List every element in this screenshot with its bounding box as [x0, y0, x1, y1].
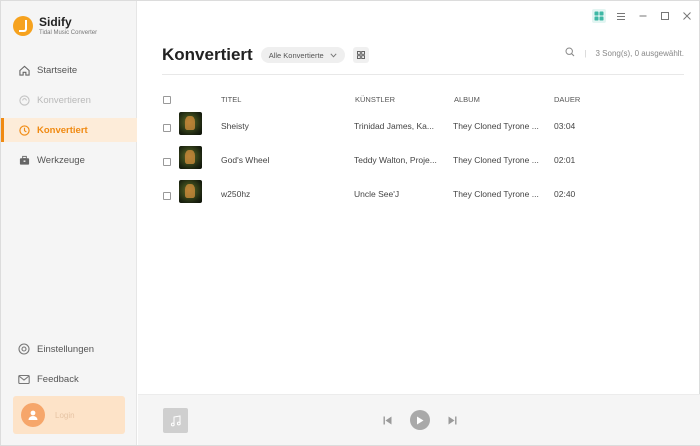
column-header-album: ALBUM — [454, 95, 480, 104]
close-icon[interactable] — [680, 9, 694, 23]
window-controls — [592, 9, 694, 23]
clock-icon — [18, 124, 30, 136]
playback-controls — [383, 410, 457, 430]
sidebar: Sidify Tidal Music Converter Startseite … — [1, 1, 137, 445]
avatar — [21, 403, 45, 427]
now-playing-art — [163, 408, 188, 433]
separator: | — [584, 48, 587, 58]
row-checkbox[interactable] — [163, 124, 171, 132]
sidebar-item-konvertiert[interactable]: Konvertiert — [1, 118, 137, 142]
page-header: Konvertiert Alle Konvertierte | 3 Song(s… — [162, 44, 684, 66]
chevron-down-icon — [330, 51, 337, 60]
play-button[interactable] — [410, 410, 430, 430]
filter-dropdown[interactable]: Alle Konvertierte — [260, 47, 345, 63]
sidebar-item-label: Konvertieren — [37, 94, 91, 106]
brand: Sidify Tidal Music Converter — [13, 13, 97, 39]
song-album: They Cloned Tyrone ... — [453, 155, 539, 165]
sidebar-item-konvertieren[interactable]: Konvertieren — [1, 88, 137, 112]
column-header-duration: DAUER — [554, 95, 581, 104]
page-title: Konvertiert — [162, 45, 253, 64]
sidebar-item-feedback[interactable]: Feedback — [1, 367, 137, 391]
sidebar-item-label: Einstellungen — [37, 343, 95, 355]
previous-track-icon[interactable] — [383, 416, 392, 425]
sidebar-nav: Startseite Konvertieren Konvertiert Werk… — [1, 58, 137, 178]
app-subtitle: Tidal Music Converter — [39, 30, 98, 36]
column-header-title: TITEL — [221, 95, 242, 104]
table-row[interactable]: w250hz Uncle See'J They Cloned Tyrone ..… — [162, 177, 684, 211]
player-bar — [138, 394, 700, 445]
song-title: w250hz — [221, 189, 251, 199]
song-duration: 02:01 — [554, 155, 576, 165]
toolbox-icon — [18, 154, 30, 166]
song-artist: Teddy Walton, Proje... — [354, 155, 437, 165]
row-checkbox[interactable] — [163, 192, 171, 200]
sidebar-item-label: Konvertiert — [37, 124, 88, 136]
sidify-logo-icon — [13, 16, 33, 36]
grid-toggle-button[interactable] — [352, 47, 369, 63]
home-icon — [18, 64, 30, 76]
sidebar-item-label: Werkzeuge — [37, 154, 85, 166]
gear-icon — [18, 343, 30, 355]
song-album: They Cloned Tyrone ... — [453, 121, 539, 131]
table-header: TITEL KÜNSTLER ALBUM DAUER — [162, 89, 684, 109]
songs-table: TITEL KÜNSTLER ALBUM DAUER Sheisty Trini… — [162, 89, 684, 211]
song-count-status: 3 Song(s), 0 ausgewählt. — [595, 48, 685, 58]
play-icon — [417, 416, 424, 424]
sidebar-item-label: Startseite — [37, 64, 78, 76]
maximize-icon[interactable] — [658, 9, 672, 23]
filter-label: Alle Konvertierte — [268, 50, 324, 60]
sidebar-item-startseite[interactable]: Startseite — [1, 58, 137, 82]
sidebar-item-einstellungen[interactable]: Einstellungen — [1, 337, 137, 361]
user-login-button[interactable]: Login — [13, 396, 125, 434]
music-note-icon — [170, 414, 181, 426]
sidebar-item-werkzeuge[interactable]: Werkzeuge — [1, 148, 137, 172]
song-artist: Uncle See'J — [354, 189, 400, 199]
app-name: Sidify — [39, 15, 72, 29]
column-header-artist: KÜNSTLER — [355, 95, 396, 104]
app-window: Sidify Tidal Music Converter Startseite … — [0, 0, 700, 446]
song-title: God's Wheel — [221, 155, 270, 165]
song-album: They Cloned Tyrone ... — [453, 189, 539, 199]
row-checkbox[interactable] — [163, 158, 171, 166]
header-right: | 3 Song(s), 0 ausgewählt. — [565, 47, 684, 59]
convert-icon — [18, 94, 30, 106]
next-track-icon[interactable] — [448, 416, 457, 425]
song-duration: 03:04 — [554, 121, 576, 131]
song-duration: 02:40 — [554, 189, 576, 199]
grid-view-icon[interactable] — [592, 9, 606, 23]
album-art — [179, 180, 202, 203]
song-title: Sheisty — [221, 121, 249, 131]
user-label: Login — [55, 410, 75, 420]
sidebar-bottom-nav: Einstellungen Feedback — [1, 337, 137, 397]
grid-icon — [356, 51, 365, 59]
mail-icon — [18, 373, 30, 385]
minimize-icon[interactable] — [636, 9, 650, 23]
album-art — [179, 112, 202, 135]
main-content: Konvertiert Alle Konvertierte | 3 Song(s… — [138, 1, 700, 445]
select-all-checkbox[interactable] — [163, 96, 171, 104]
table-row[interactable]: Sheisty Trinidad James, Ka... They Clone… — [162, 109, 684, 143]
table-row[interactable]: God's Wheel Teddy Walton, Proje... They … — [162, 143, 684, 177]
search-icon[interactable] — [565, 47, 575, 59]
menu-icon[interactable] — [614, 9, 628, 23]
album-art — [179, 146, 202, 169]
sidebar-item-label: Feedback — [37, 373, 79, 385]
song-artist: Trinidad James, Ka... — [354, 121, 434, 131]
header-divider — [162, 74, 684, 75]
